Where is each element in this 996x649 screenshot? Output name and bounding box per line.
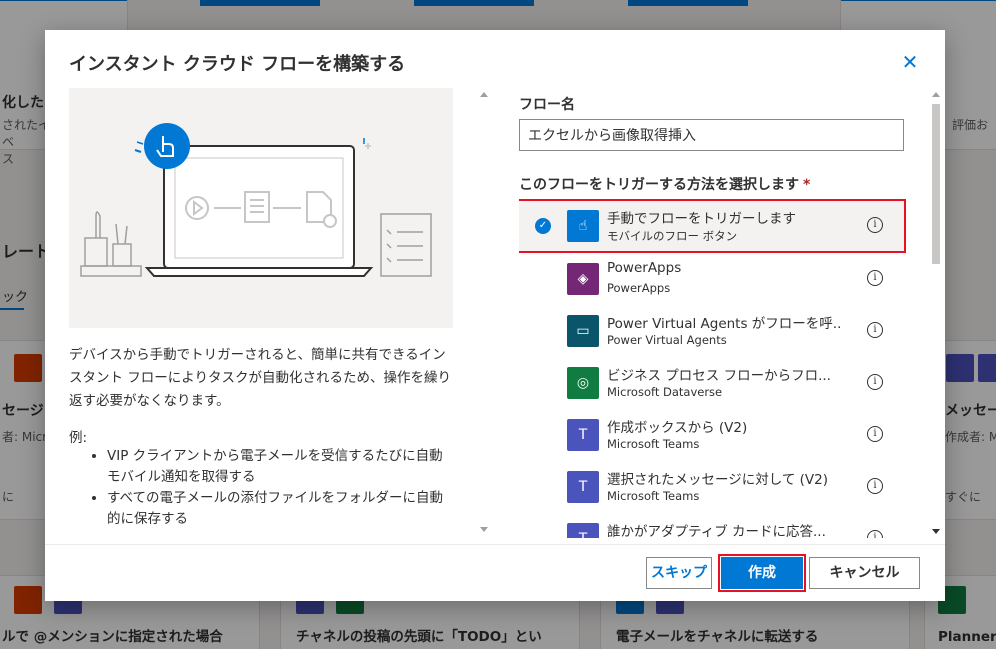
description-panel: デバイスから手動でトリガーされると、簡単に共有できるインスタント フローによりタ… xyxy=(69,88,453,558)
trigger-connector: Microsoft Dataverse xyxy=(607,385,723,399)
teams-icon: T xyxy=(567,523,599,538)
flow-name-input[interactable] xyxy=(519,119,904,151)
trigger-name: 作成ボックスから (V2) xyxy=(607,420,748,436)
example-item: VIP クライアントから電子メールを受信するたびに自動モバイル通知を取得する xyxy=(107,446,453,488)
trigger-name: Power Virtual Agents がフローを呼... xyxy=(607,316,841,332)
trigger-name: 誰かがアダプティブ カードに応答... xyxy=(607,524,826,538)
cancel-button[interactable]: キャンセル xyxy=(809,557,920,589)
info-icon[interactable]: i xyxy=(867,374,883,390)
scroll-down-icon[interactable] xyxy=(480,527,488,532)
trigger-name: ビジネス プロセス フローからフロ... xyxy=(607,368,831,384)
scrollbar-thumb[interactable] xyxy=(932,104,940,264)
right-scrollbar[interactable] xyxy=(929,88,943,538)
dialog-title: インスタント クラウド フローを構築する xyxy=(69,54,406,75)
left-scrollbar[interactable] xyxy=(478,88,492,536)
flow-config-panel: フロー名 このフローをトリガーする方法を選択します* ✓ ☝ 手動でフローをトリ… xyxy=(519,88,909,538)
dataverse-icon: ◎ xyxy=(567,367,599,399)
trigger-connector: Microsoft Teams xyxy=(607,437,700,451)
info-icon[interactable]: i xyxy=(867,478,883,494)
info-icon[interactable]: i xyxy=(867,530,883,538)
scroll-up-icon[interactable] xyxy=(480,92,488,97)
teams-icon: T xyxy=(567,419,599,451)
chat-bot-icon: ▭ xyxy=(567,315,599,347)
trigger-name: 手動でフローをトリガーします xyxy=(607,211,796,227)
create-button[interactable]: 作成 xyxy=(718,554,806,592)
close-button[interactable]: ✕ xyxy=(899,52,921,74)
info-icon[interactable]: i xyxy=(867,322,883,338)
trigger-option-powerapps[interactable]: ◈ PowerApps PowerApps i xyxy=(519,254,904,304)
trigger-connector: PowerApps xyxy=(607,281,671,295)
trigger-select-label: このフローをトリガーする方法を選択します * xyxy=(519,177,811,193)
teams-icon: T xyxy=(567,471,599,503)
trigger-option-compose-box[interactable]: T 作成ボックスから (V2) Microsoft Teams i xyxy=(519,410,904,460)
info-icon[interactable]: i xyxy=(867,426,883,442)
build-instant-flow-dialog: インスタント クラウド フローを構築する ✕ デバイスから手動でトリガーされると… xyxy=(45,30,945,601)
checkmark-icon: ✓ xyxy=(535,218,551,234)
trigger-option-pva[interactable]: ▭ Power Virtual Agents がフローを呼... Power V… xyxy=(519,306,904,356)
required-mark: * xyxy=(803,177,811,193)
trigger-connector: Power Virtual Agents xyxy=(607,333,727,347)
trigger-connector: モバイルのフロー ボタン xyxy=(607,229,738,243)
footer-divider xyxy=(45,544,945,545)
trigger-option-selected-message[interactable]: T 選択されたメッセージに対して (V2) Microsoft Teams i xyxy=(519,462,904,512)
laptop-illustration xyxy=(80,123,432,277)
info-icon[interactable]: i xyxy=(867,217,883,233)
close-icon: ✕ xyxy=(901,50,919,74)
examples-list: VIP クライアントから電子メールを受信するたびに自動モバイル通知を取得する す… xyxy=(89,446,453,530)
example-item: すべての電子メールの添付ファイルをフォルダーに自動的に保存する xyxy=(107,488,453,530)
info-icon[interactable]: i xyxy=(867,270,883,286)
skip-button[interactable]: スキップ xyxy=(646,557,712,589)
trigger-option-adaptive-card[interactable]: T 誰かがアダプティブ カードに応答... i xyxy=(519,514,904,538)
scroll-up-icon[interactable] xyxy=(932,92,940,97)
hand-tap-icon: ☝ xyxy=(567,210,599,242)
trigger-name: 選択されたメッセージに対して (V2) xyxy=(607,472,828,488)
trigger-option-manual[interactable]: ✓ ☝ 手動でフローをトリガーします モバイルのフロー ボタン i xyxy=(519,199,906,253)
trigger-name: PowerApps xyxy=(607,260,682,276)
illustration xyxy=(69,88,453,328)
powerapps-icon: ◈ xyxy=(567,263,599,295)
trigger-connector: Microsoft Teams xyxy=(607,489,700,503)
trigger-option-bpf[interactable]: ◎ ビジネス プロセス フローからフロ... Microsoft Dataver… xyxy=(519,358,904,408)
flow-description: デバイスから手動でトリガーされると、簡単に共有できるインスタント フローによりタ… xyxy=(69,347,452,409)
scroll-down-icon[interactable] xyxy=(932,529,940,534)
flow-name-label: フロー名 xyxy=(519,97,575,113)
examples-label: 例: xyxy=(69,430,88,446)
